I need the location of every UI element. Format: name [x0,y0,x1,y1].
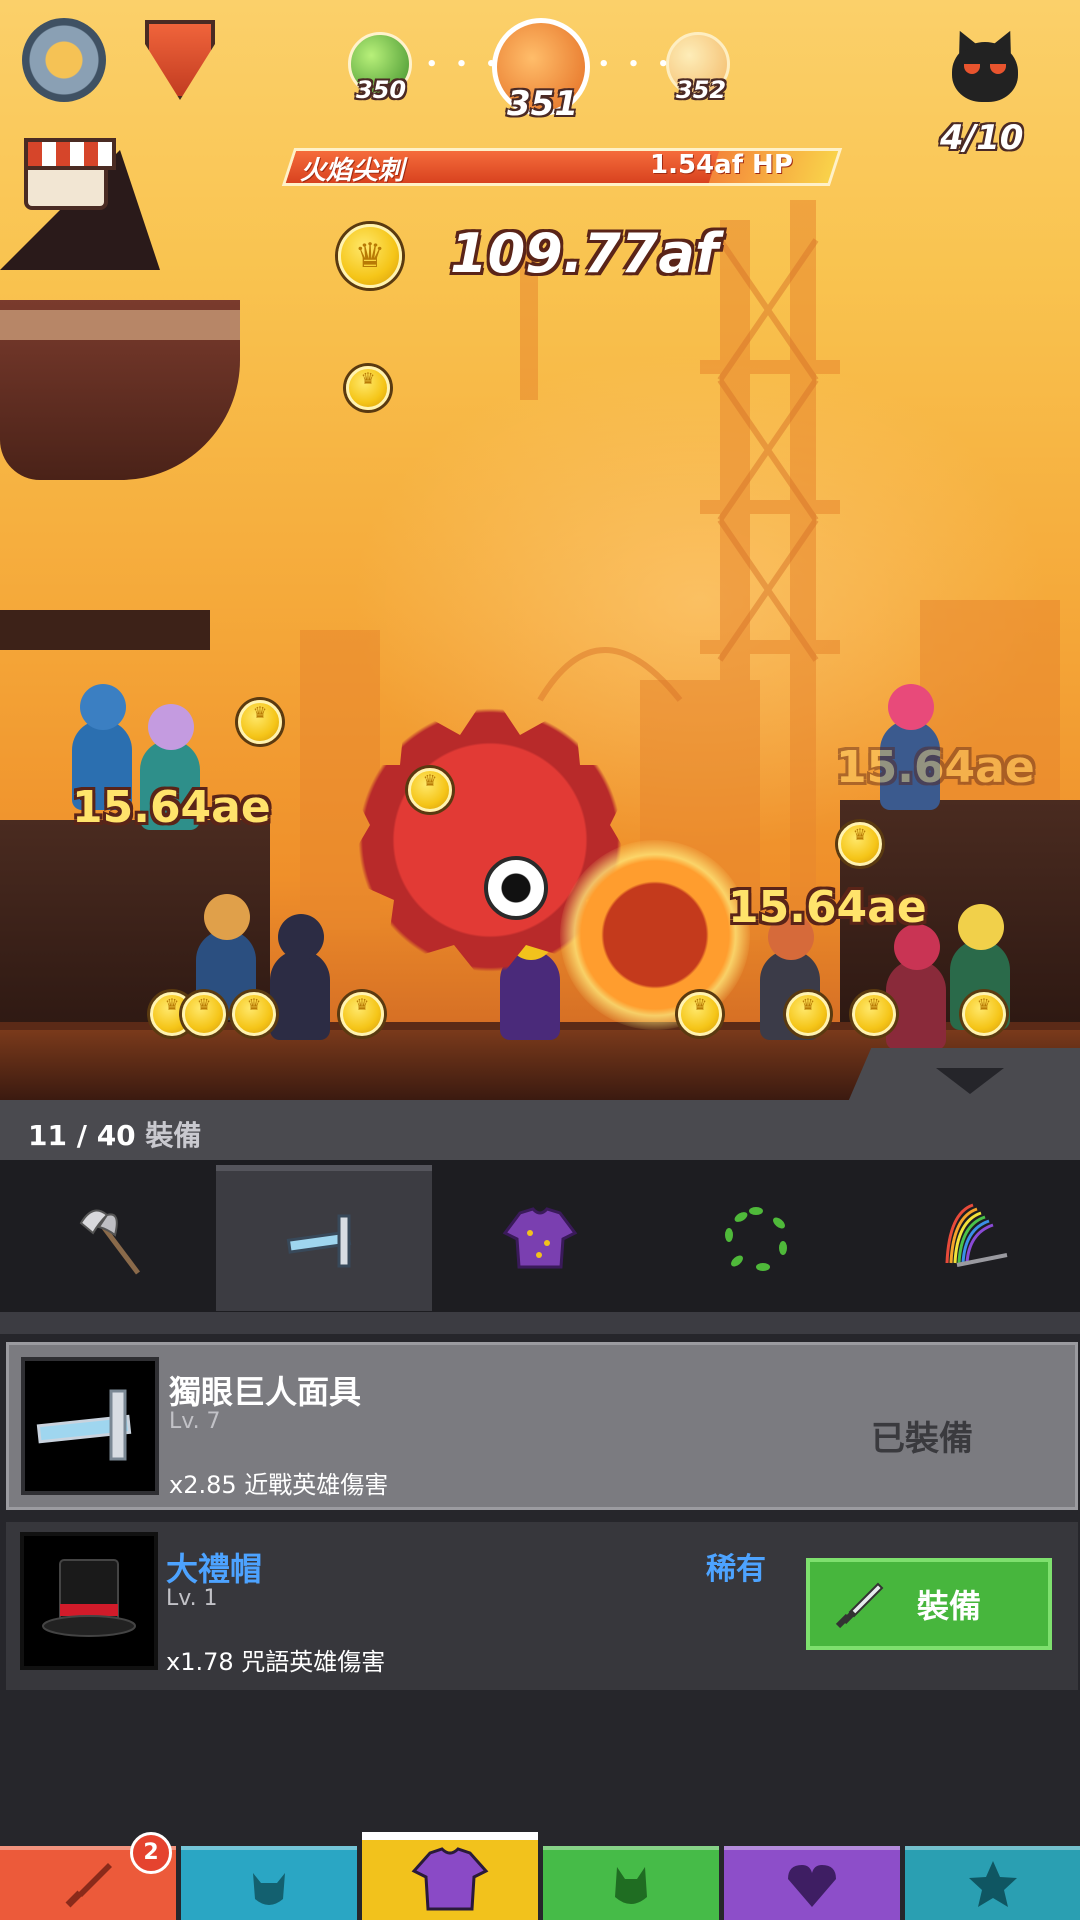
rarity-label: 稀有 [706,1552,766,1587]
hero-ninja [270,914,330,1040]
attack-burst [560,840,750,1030]
tab-rainbow-sword[interactable] [864,1165,1080,1311]
category-divider [0,1312,1080,1334]
shop-stall-icon[interactable] [24,138,116,210]
item-thumbnail [21,1357,159,1495]
devil-icon[interactable] [952,42,1018,102]
chevron-down-icon[interactable] [936,1068,1004,1094]
boss-eye [484,856,548,920]
purple-shirt-icon [502,1207,578,1269]
nav-tab-heroes[interactable] [181,1846,357,1920]
coin-drop[interactable] [786,992,830,1036]
coin-drop[interactable] [232,992,276,1036]
battle-axe-icon [79,1209,140,1275]
coin-drop[interactable] [852,992,896,1036]
nav-tab-achievements[interactable] [905,1846,1080,1920]
gold-coin-icon [338,224,402,288]
devil-eye [990,64,1006,74]
gold-amount: 109.77af [450,222,719,285]
coin-drop[interactable] [678,992,722,1036]
tab-axe[interactable] [0,1165,216,1311]
rainbow-sword-icon [945,1203,1008,1267]
game-scene[interactable]: 15.64ae 15.64ae 15.64ae • • • • • • 350 … [0,0,1080,1100]
sword-icon [835,1582,884,1629]
nav-tab-sword[interactable]: 2 [0,1832,176,1920]
equip-button-label: 裝備 [916,1587,981,1625]
stage-number-previous: 350 [356,76,407,104]
damage-number: 15.64ae [72,782,271,833]
coin-drop[interactable] [408,768,452,812]
top-hat-icon [42,1559,136,1637]
cyclops-mask-icon [36,1389,132,1461]
item-name: 大禮帽 [166,1550,263,1588]
nav-tab-pets[interactable] [543,1846,719,1920]
nav-tab-equipment[interactable] [362,1832,538,1920]
boss-progress: 4/10 [940,118,1024,158]
helmet-icon [253,1873,285,1905]
boss-hp-text: 1.54af HP [650,150,793,180]
equipped-status: 已裝備 [871,1419,973,1459]
damage-number: 15.64ae [728,882,927,933]
heart-shield-icon [788,1865,836,1907]
boss-name: 火焰尖刺 [300,156,405,186]
shirt-icon [411,1847,489,1911]
coin-drop[interactable] [346,366,390,410]
item-effect: x2.85 近戰英雄傷害 [169,1471,389,1499]
devil-eye [964,64,980,74]
sword-icon [65,1863,112,1908]
pet-icon [615,1867,647,1904]
nav-tab-artifacts[interactable] [724,1846,900,1920]
shield-swords-icon[interactable] [145,20,215,100]
equipment-row-equipped[interactable]: 獨眼巨人面具 Lv. 7 x2.85 近戰英雄傷害 已裝備 [6,1342,1078,1510]
item-level: Lv. 7 [169,1409,221,1434]
bottom-nav: 2 [0,1832,1080,1920]
coin-drop[interactable] [340,992,384,1036]
airship-deck [0,310,240,340]
coin-drop[interactable] [182,992,226,1036]
cyclops-mask-icon [286,1214,352,1268]
star-icon [969,1861,1017,1907]
left-upper-platform [0,610,210,650]
leaf-ring-icon [725,1207,787,1271]
notification-badge: 2 [130,1832,172,1874]
item-name: 獨眼巨人面具 [169,1373,362,1411]
equip-count-value: 11 / 40 [28,1119,136,1152]
damage-number: 15.64ae [836,742,1035,793]
coin-drop[interactable] [238,700,282,744]
item-thumbnail [20,1532,158,1670]
tab-shirt[interactable] [432,1165,648,1311]
gear-icon[interactable] [22,18,106,102]
stage-number-next: 352 [676,76,727,104]
coin-drop[interactable] [838,822,882,866]
stage-dots: • • • [598,54,676,75]
item-effect: x1.78 咒語英雄傷害 [166,1648,386,1676]
tab-mask[interactable] [216,1165,432,1311]
equip-count-label: 裝備 [145,1119,202,1152]
equipment-row[interactable]: 大禮帽 Lv. 1 x1.78 咒語英雄傷害 稀有 裝備 [6,1522,1078,1690]
coin-drop[interactable] [962,992,1006,1036]
equip-button[interactable]: 裝備 [806,1558,1052,1650]
stage-number-current: 351 [507,84,578,124]
item-level: Lv. 1 [166,1586,218,1611]
equip-count: 11 / 40 裝備 [28,1114,201,1154]
hero-redhair [886,924,946,1050]
tab-leaves[interactable] [648,1165,864,1311]
